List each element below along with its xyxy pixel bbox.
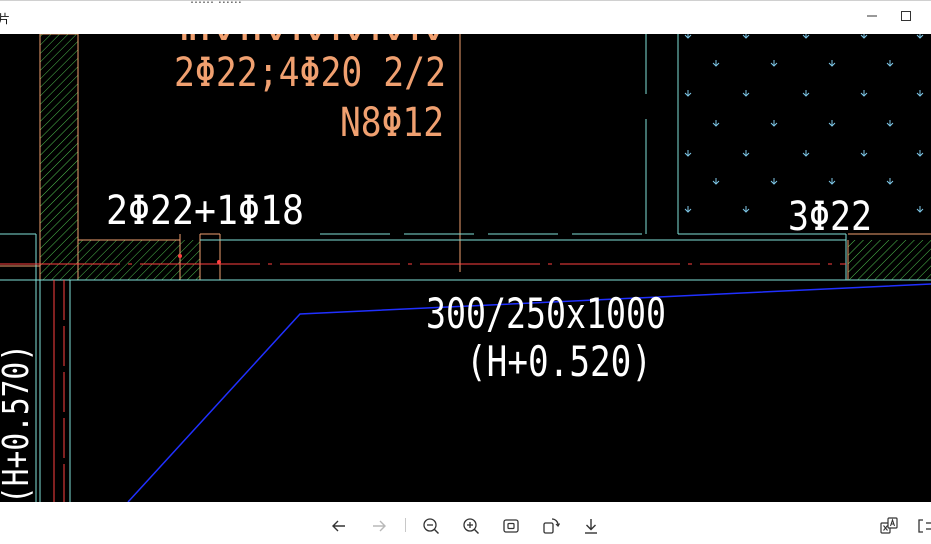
rotate-button[interactable] bbox=[539, 514, 563, 538]
rotate-icon bbox=[543, 518, 560, 534]
arrow-left-icon bbox=[332, 520, 345, 532]
annotation-beam-rebar-left: 2Φ22+1Φ18 bbox=[106, 188, 304, 234]
ocr-button[interactable] bbox=[877, 514, 901, 538]
download-button[interactable] bbox=[579, 514, 603, 538]
cad-drawing: ⅡⅣⅠⅣⅣⅣⅣⅣ 2Φ22;4Φ20 2/2 N8Φ12 2Φ22+1Φ18 3… bbox=[0, 34, 931, 502]
window-title: 片 bbox=[0, 12, 11, 26]
annotation-beam-rebar-right: 3Φ22 bbox=[788, 194, 872, 240]
image-viewer-window: …… …… 片 bbox=[0, 0, 931, 544]
zoom-out-icon bbox=[423, 518, 439, 534]
image-canvas[interactable]: ⅡⅣⅠⅣⅣⅣⅣⅣ 2Φ22;4Φ20 2/2 N8Φ12 2Φ22+1Φ18 3… bbox=[0, 34, 931, 502]
annotation-side-label: (H+0.570) bbox=[0, 344, 37, 502]
more-button[interactable] bbox=[914, 514, 931, 538]
zoom-in-icon bbox=[463, 518, 479, 534]
zoom-out-button[interactable] bbox=[419, 514, 443, 538]
hatched-beam-left bbox=[78, 240, 200, 280]
toolbar-separator bbox=[405, 518, 406, 532]
zoom-in-button[interactable] bbox=[459, 514, 483, 538]
annotation-stirrup: N8Φ12 bbox=[340, 100, 444, 146]
fit-window-button[interactable] bbox=[499, 514, 523, 538]
maximize-icon bbox=[901, 11, 911, 21]
fit-window-icon bbox=[503, 519, 519, 533]
hatched-beam-right bbox=[848, 240, 931, 280]
ocr-text-icon bbox=[880, 517, 898, 534]
arrow-right-icon bbox=[373, 520, 386, 532]
back-button[interactable] bbox=[327, 514, 351, 538]
viewer-toolbar bbox=[0, 502, 931, 544]
minimize-icon bbox=[867, 15, 877, 17]
maximize-button[interactable] bbox=[892, 5, 920, 27]
arrow-grid bbox=[684, 34, 924, 213]
annotation-rebar-bottom: 2Φ22;4Φ20 2/2 bbox=[174, 50, 446, 96]
title-fragment: …… …… bbox=[190, 0, 242, 6]
annotation-rebar-top-partial: ⅡⅣⅠⅣⅣⅣⅣⅣ bbox=[178, 34, 449, 49]
annotation-beam-size: 300/250x1000 bbox=[426, 289, 666, 338]
more-icon bbox=[918, 519, 931, 533]
title-bar: …… …… 片 bbox=[0, 0, 931, 34]
download-icon bbox=[585, 519, 597, 534]
forward-button[interactable] bbox=[367, 514, 391, 538]
minimize-button[interactable] bbox=[858, 5, 886, 27]
hatched-wall-left bbox=[40, 34, 78, 280]
annotation-beam-elevation: (H+0.520) bbox=[466, 337, 652, 386]
